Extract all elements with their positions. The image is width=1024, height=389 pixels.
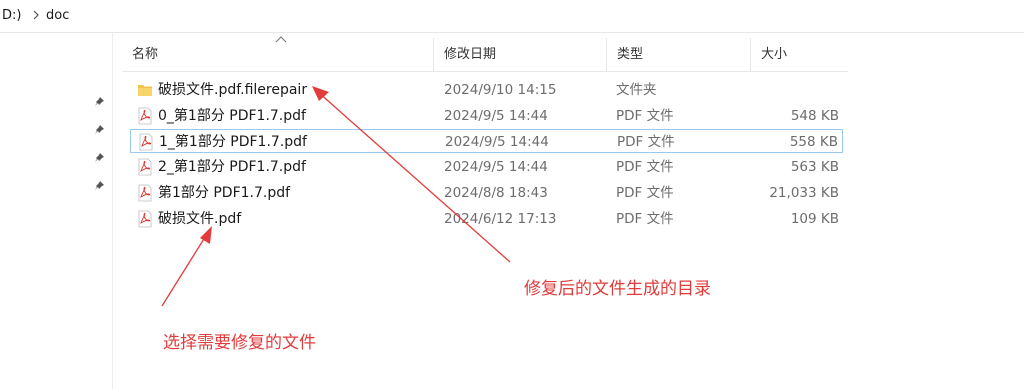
file-type: 文件夹 <box>616 82 657 98</box>
navigation-pane <box>0 33 113 389</box>
pdf-icon <box>139 133 153 151</box>
chevron-right-icon[interactable] <box>31 9 41 21</box>
file-date: 2024/8/8 18:43 <box>444 185 548 201</box>
file-type: PDF 文件 <box>616 185 674 201</box>
file-name: 2_第1部分 PDF1.7.pdf <box>158 159 306 175</box>
column-header: 名称 修改日期 类型 大小 <box>122 36 848 72</box>
pin-icon[interactable] <box>93 124 105 136</box>
file-date: 2024/9/5 14:44 <box>444 159 548 175</box>
file-type: PDF 文件 <box>616 159 674 175</box>
file-size: 558 KB <box>789 134 838 150</box>
pin-icon[interactable] <box>93 96 105 108</box>
file-name: 第1部分 PDF1.7.pdf <box>158 185 291 201</box>
file-size: 21,033 KB <box>769 185 839 201</box>
column-type[interactable]: 类型 <box>607 38 751 72</box>
pin-icon[interactable] <box>93 152 105 164</box>
file-row[interactable]: 2_第1部分 PDF1.7.pdf 2024/9/5 14:44 PDF 文件 … <box>130 155 843 179</box>
file-date: 2024/9/5 14:44 <box>445 134 549 150</box>
pdf-icon <box>138 107 152 125</box>
file-row[interactable]: 破损文件.pdf 2024/6/12 17:13 PDF 文件 109 KB <box>130 207 843 231</box>
file-type: PDF 文件 <box>616 211 674 227</box>
file-name: 0_第1部分 PDF1.7.pdf <box>158 108 306 124</box>
column-size[interactable]: 大小 <box>751 38 848 72</box>
file-date: 2024/9/5 14:44 <box>444 108 548 124</box>
file-date: 2024/9/10 14:15 <box>444 82 557 98</box>
file-size: 109 KB <box>790 211 839 227</box>
file-row[interactable]: 第1部分 PDF1.7.pdf 2024/8/8 18:43 PDF 文件 21… <box>130 181 843 205</box>
file-size: 548 KB <box>790 108 839 124</box>
pin-icon[interactable] <box>93 180 105 192</box>
column-date[interactable]: 修改日期 <box>434 38 607 72</box>
file-type: PDF 文件 <box>617 134 675 150</box>
pdf-icon <box>138 210 152 228</box>
file-type: PDF 文件 <box>616 108 674 124</box>
column-name[interactable]: 名称 <box>122 38 434 72</box>
pdf-icon <box>138 184 152 202</box>
file-row[interactable]: 1_第1部分 PDF1.7.pdf 2024/9/5 14:44 PDF 文件 … <box>130 129 843 153</box>
file-name: 1_第1部分 PDF1.7.pdf <box>159 134 307 150</box>
breadcrumb-folder[interactable]: doc <box>46 8 69 23</box>
file-row[interactable]: 破损文件.pdf.filerepair 2024/9/10 14:15 文件夹 <box>130 78 843 102</box>
file-name: 破损文件.pdf.filerepair <box>158 82 308 98</box>
file-size: 563 KB <box>790 159 839 175</box>
breadcrumb-drive[interactable]: D:) <box>2 8 21 23</box>
arrow-line-select <box>161 233 208 307</box>
folder-icon <box>138 85 152 96</box>
file-row[interactable]: 0_第1部分 PDF1.7.pdf 2024/9/5 14:44 PDF 文件 … <box>130 104 843 128</box>
pdf-icon <box>138 158 152 176</box>
annotation-repair-output: 修复后的文件生成的目录 <box>524 279 711 299</box>
file-date: 2024/6/12 17:13 <box>444 211 557 227</box>
annotation-select-file: 选择需要修复的文件 <box>163 333 316 353</box>
address-bar: D:) doc <box>0 0 1024 33</box>
file-name: 破损文件.pdf <box>158 211 242 227</box>
